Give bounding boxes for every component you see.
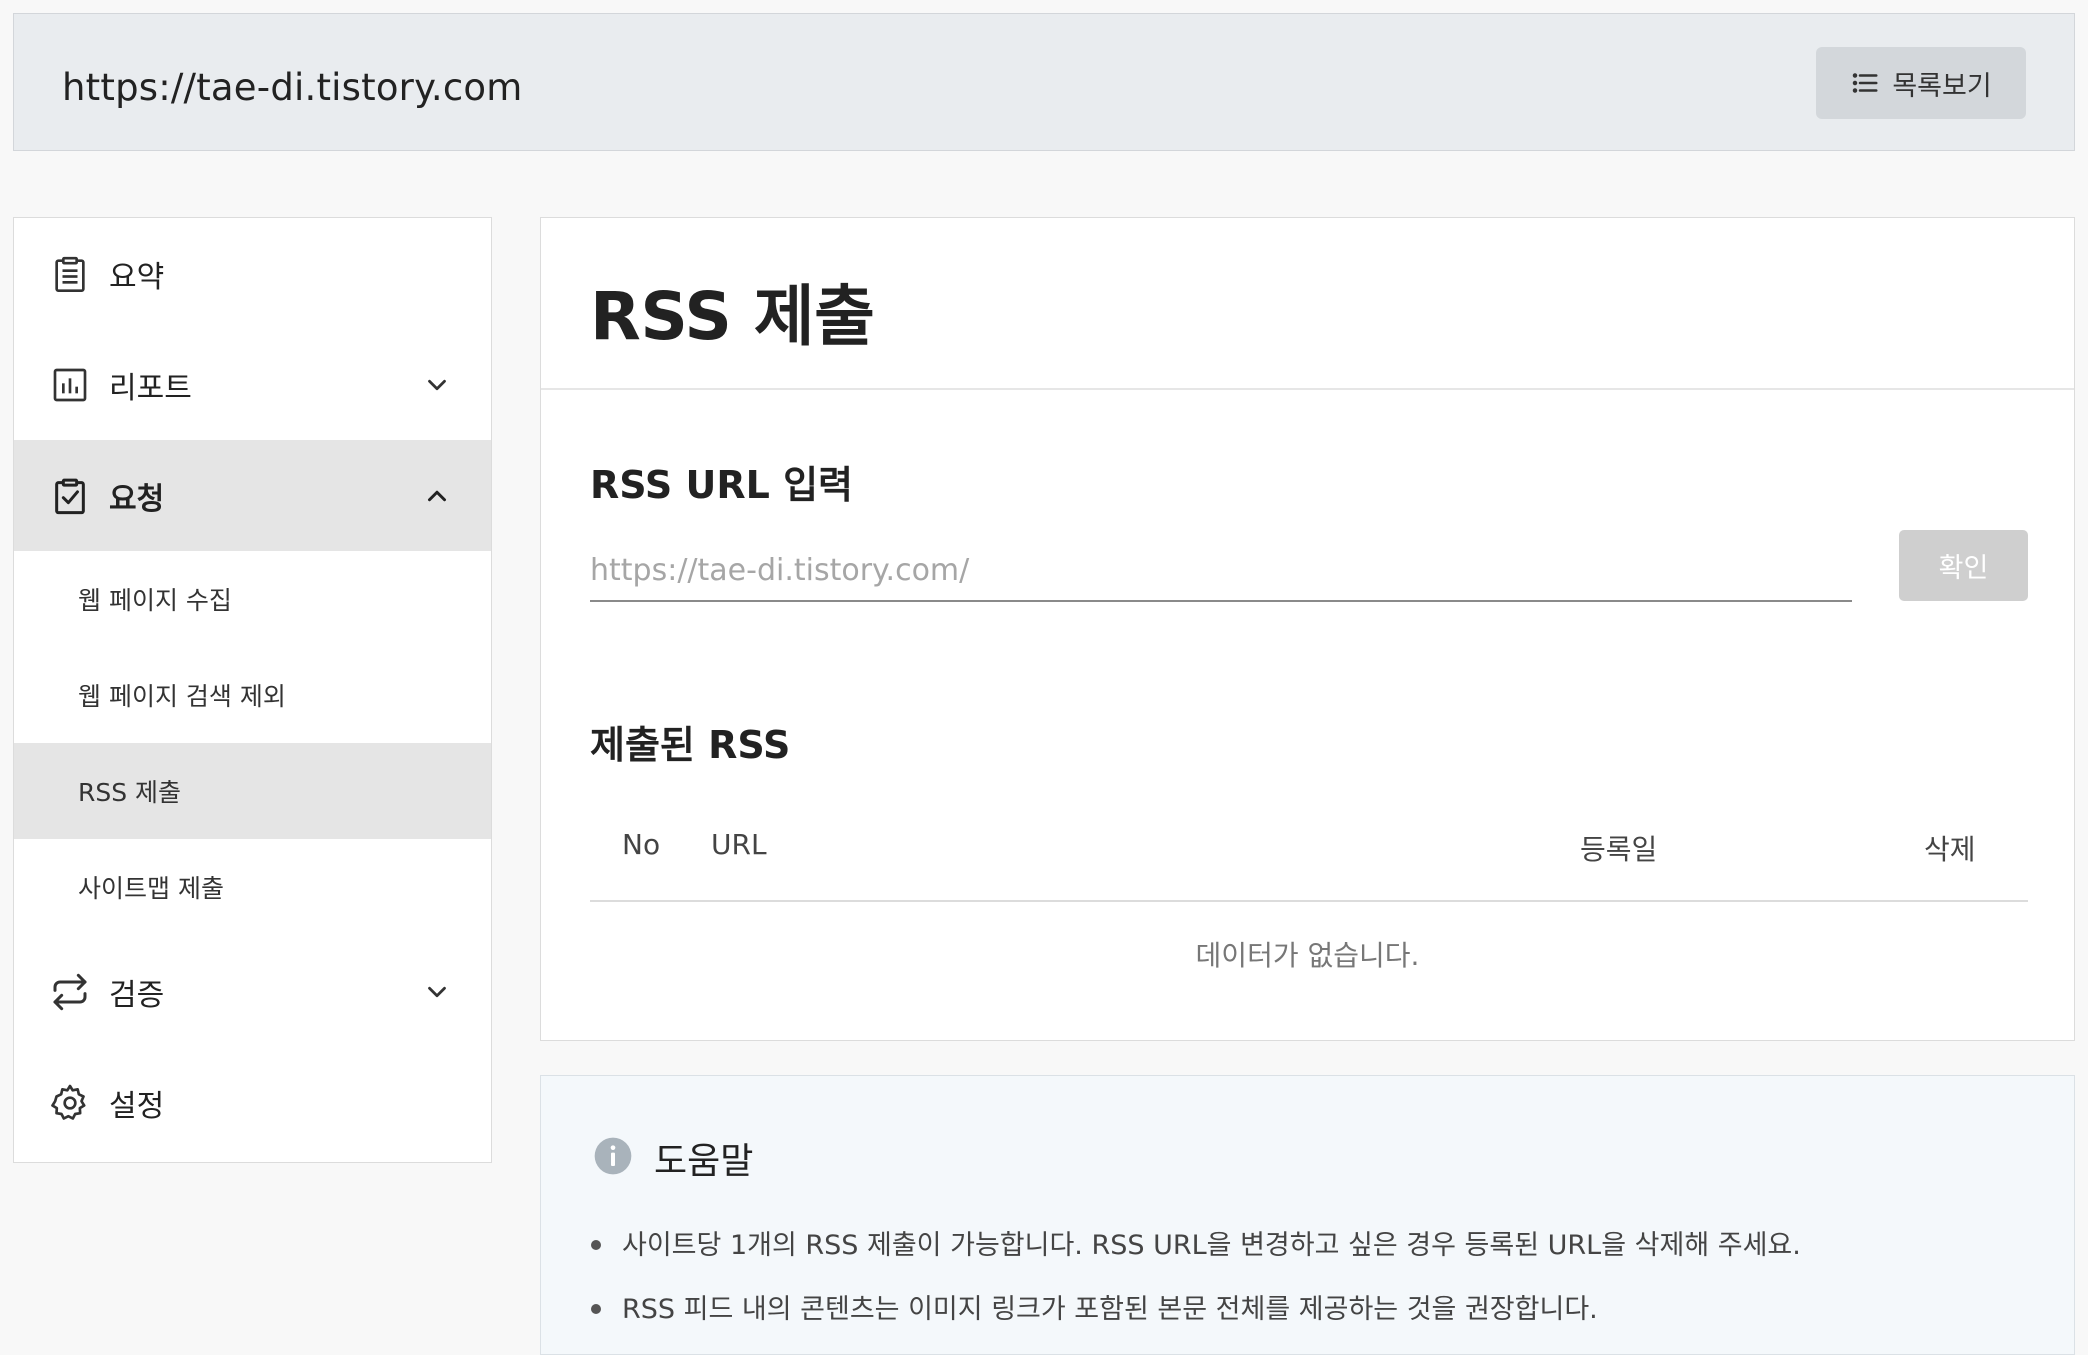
sidebar-item-settings[interactable]: 설정 [14,1047,491,1158]
sidebar-subitem-web-page-exclude[interactable]: 웹 페이지 검색 제외 [14,647,491,743]
rss-input-section-title: RSS URL 입력 [590,463,854,507]
submitted-rss-section-title: 제출된 RSS [590,723,791,767]
help-panel: 도움말 사이트당 1개의 RSS 제출이 가능합니다. RSS URL을 변경하… [540,1075,2075,1355]
column-header-delete: 삭제 [1924,833,1976,866]
bar-chart-icon [53,368,87,401]
table-empty-message: 데이터가 없습니다. [1195,939,1420,972]
help-list-item: RSS 피드 내의 콘텐츠는 이미지 링크가 포함된 본문 전체를 제공하는 것… [622,1294,1598,1325]
rss-url-input[interactable] [590,540,1852,602]
site-url: https://tae-di.tistory.com [62,66,523,109]
sidebar: 요약 리포트 요청 웹 페이지 수집 웹 페이지 검색 제외 RSS 제출 사이… [13,217,492,1163]
clipboard-list-icon [55,256,85,292]
help-list-item: 사이트당 1개의 RSS 제출이 가능합니다. RSS URL을 변경하고 싶은… [622,1230,1801,1261]
column-header-url: URL [711,828,767,861]
sidebar-item-request[interactable]: 요청 [14,440,491,551]
page-title: RSS 제출 [590,278,875,355]
sidebar-item-label: 검증 [109,977,165,1013]
sidebar-item-label: 리포트 [109,370,192,406]
bullet [591,1304,601,1314]
sidebar-item-label: 설정 [109,1088,165,1124]
list-icon [1853,73,1878,93]
top-bar: https://tae-di.tistory.com 목록보기 [13,13,2075,151]
chevron-up-icon [428,490,446,501]
sidebar-item-summary[interactable]: 요약 [14,218,491,329]
column-header-registered-date: 등록일 [1580,833,1658,866]
sidebar-item-label: 요청 [109,481,165,517]
column-header-no: No [622,828,661,861]
sidebar-item-label: 요약 [109,259,165,295]
sidebar-subitem-label: 사이트맵 제출 [78,874,224,903]
repeat-arrows-icon [53,973,87,1010]
divider [541,388,2074,390]
clipboard-check-icon [55,478,85,514]
list-view-button-label: 목록보기 [1892,70,1992,102]
sidebar-item-verify[interactable]: 검증 [14,936,491,1047]
help-title: 도움말 [654,1141,754,1182]
bullet [591,1240,601,1250]
gear-icon [51,1084,86,1120]
sidebar-subitem-rss-submit[interactable]: RSS 제출 [14,743,491,839]
sidebar-subitem-label: 웹 페이지 검색 제외 [78,682,286,711]
rss-submit-panel: RSS 제출 RSS URL 입력 확인 제출된 RSS No URL 등록일 … [540,217,2075,1041]
chevron-down-icon [428,379,446,390]
list-view-button[interactable]: 목록보기 [1816,47,2026,119]
confirm-button[interactable]: 확인 [1899,530,2028,601]
sidebar-subitem-sitemap-submit[interactable]: 사이트맵 제출 [14,839,491,935]
info-icon [594,1137,632,1175]
sidebar-item-report[interactable]: 리포트 [14,329,491,440]
sidebar-subitem-label: RSS 제출 [78,778,182,807]
table-header-divider [590,900,2028,902]
sidebar-subitem-web-page-collect[interactable]: 웹 페이지 수집 [14,551,491,647]
sidebar-subitem-label: 웹 페이지 수집 [78,586,232,615]
chevron-down-icon [428,986,446,997]
